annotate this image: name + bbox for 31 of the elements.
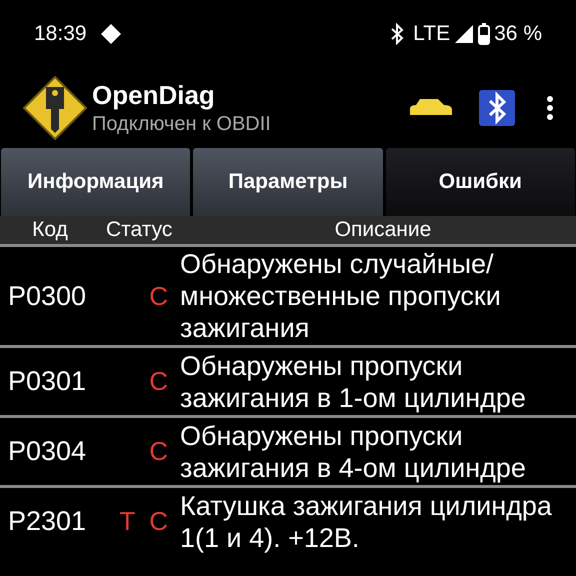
network-type: LTE [413, 21, 450, 48]
column-header: Описание [334, 217, 432, 244]
signal-icon [454, 24, 474, 44]
status-code: C [149, 365, 168, 398]
connection-status: Подключен к OBDII [92, 112, 271, 137]
status-code: C [149, 435, 168, 468]
battery-icon [478, 23, 490, 45]
bluetooth-icon [389, 23, 406, 45]
clock: 18:39 [34, 21, 87, 48]
more-options-icon[interactable] [546, 95, 554, 121]
key-logo-icon [22, 75, 88, 141]
error-description: Обнаружены случайные/ множественные пропуски зажигания [180, 248, 502, 344]
error-description: Катушка зажигания цилиндра 1(1 и 4). +12В. [180, 490, 553, 554]
error-code: P0301 [7, 365, 88, 398]
status-code: C [149, 280, 168, 312]
error-code: P2301 [7, 505, 88, 538]
tab[interactable]: Параметры [193, 148, 383, 216]
tab[interactable]: Информация [1, 148, 190, 216]
column-header: Код [31, 217, 69, 244]
app-title: OpenDiag [92, 79, 216, 111]
bluetooth-adapter-icon[interactable] [478, 89, 516, 127]
status-code: T [119, 505, 136, 538]
battery-percent: 36 % [494, 21, 542, 48]
error-description: Обнаружены пропуски зажигания в 1-ом цилиндре [180, 350, 527, 414]
error-code: P0304 [7, 435, 88, 468]
column-header: Статус [105, 217, 174, 244]
diamond-icon [98, 22, 123, 46]
error-description: Обнаружены пропуски зажигания в 4-ом цилиндре [180, 420, 527, 484]
status-code: C [149, 505, 168, 538]
error-code: P0300 [7, 280, 88, 313]
tab[interactable]: Ошибки [386, 148, 575, 216]
